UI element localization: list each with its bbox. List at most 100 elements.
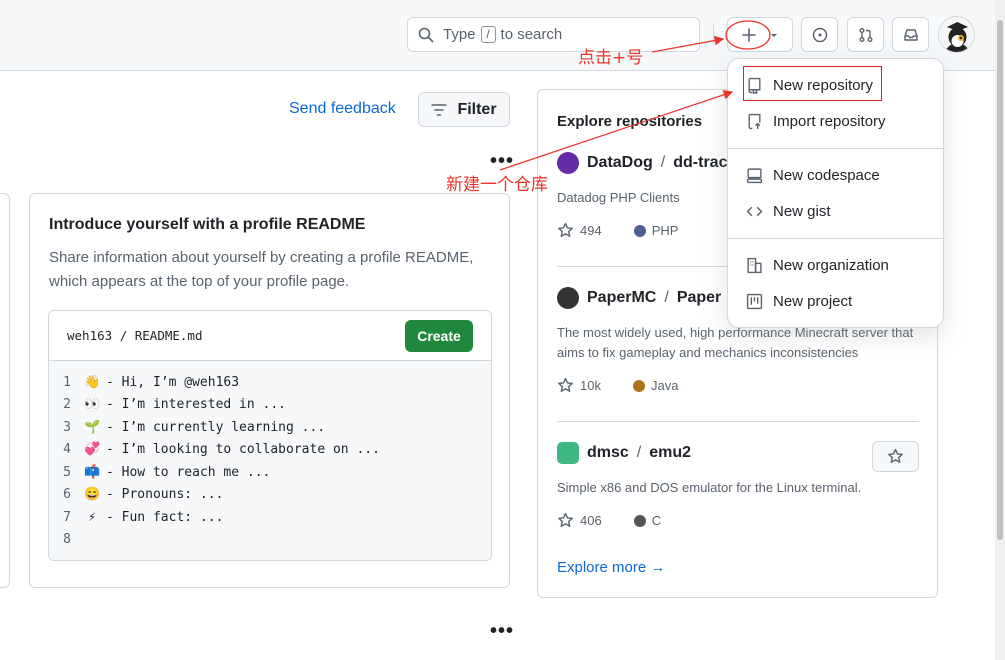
readme-code-preview: weh163 / README.md Create 1 👋 - Hi, I’m @w… <box>48 310 492 561</box>
repo-card: dmsc / emu2 Simple x86 and DOS emulator … <box>557 442 919 529</box>
repo-name[interactable]: Paper <box>677 289 721 307</box>
code-line: 2 👀 - I’m interested in ... <box>49 394 491 417</box>
menu-divider <box>728 238 945 239</box>
filter-button[interactable]: Filter <box>418 92 510 127</box>
readme-card-title: Introduce yourself with a profile README <box>49 216 366 233</box>
search-icon <box>418 27 434 42</box>
organization-icon <box>747 257 762 273</box>
kebab-horizontal-icon[interactable]: ••• <box>490 620 514 643</box>
menu-item-import-repository[interactable]: Import repository <box>746 106 886 136</box>
repo-owner[interactable]: dmsc <box>587 444 629 462</box>
smile-emoji-icon: 😄 <box>84 487 101 503</box>
repo-link[interactable]: dmsc / emu2 <box>557 442 919 464</box>
repo-separator: / <box>660 154 666 171</box>
line-number: 7 <box>63 509 71 525</box>
codespaces-icon <box>746 167 763 183</box>
readme-code-body: 1 👋 - Hi, I’m @weh163 2 👀 - I’m interested i… <box>49 361 491 560</box>
line-number: 4 <box>63 442 71 458</box>
page-scrollbar[interactable] <box>995 0 1005 660</box>
git-pull-request-icon <box>859 27 872 42</box>
repo-description: Simple x86 and DOS emulator for the Linu… <box>557 480 862 495</box>
star-icon <box>558 222 573 237</box>
pull-requests-button[interactable] <box>847 17 884 52</box>
zap-emoji-icon: ⚡ <box>88 509 96 525</box>
repo-stars[interactable]: 10k <box>580 378 601 393</box>
datadog-logo-icon <box>557 152 579 174</box>
mailbox-emoji-icon: 📫 <box>84 464 101 480</box>
seedling-emoji-icon: 🌱 <box>84 419 101 435</box>
menu-item-new-gist[interactable]: New gist <box>746 196 831 226</box>
code-text: - I’m currently learning ... <box>106 419 326 435</box>
star-icon <box>888 448 903 463</box>
repo-separator: / <box>636 444 642 461</box>
avatar[interactable] <box>938 16 975 53</box>
annotation-new-repo: 新建一个仓库 <box>446 175 548 195</box>
star-icon <box>558 512 573 527</box>
scrollbar-thumb[interactable] <box>997 20 1003 540</box>
language-color-dot <box>632 379 645 392</box>
menu-item-label: New project <box>773 292 853 310</box>
wave-emoji-icon: 👋 <box>84 374 101 390</box>
menu-item-new-project[interactable]: New project <box>746 286 852 316</box>
code-icon <box>746 206 763 216</box>
language-color-dot <box>633 514 646 527</box>
repo-stars[interactable]: 494 <box>580 223 602 238</box>
menu-item-label: New codespace <box>773 166 880 184</box>
inbox-icon <box>903 28 918 41</box>
search-shortcut-key: / <box>480 26 496 43</box>
search-input[interactable]: Type / to search <box>407 17 700 52</box>
filter-label: Filter <box>457 100 497 118</box>
repo-push-icon <box>748 113 761 129</box>
repo-name[interactable]: emu2 <box>649 444 691 462</box>
repo-separator: / <box>664 289 669 306</box>
repo-divider <box>557 421 919 422</box>
explore-title: Explore repositories <box>557 113 703 130</box>
issues-button[interactable] <box>801 17 838 52</box>
code-line: 3 🌱 - I’m currently learning ... <box>49 416 491 439</box>
create-new-button[interactable] <box>727 17 793 52</box>
code-line: 5 📫 - How to reach me ... <box>49 461 491 484</box>
language-color-dot <box>633 224 646 237</box>
repo-language: C <box>651 513 662 528</box>
star-repo-button[interactable] <box>872 441 919 472</box>
code-text: - I’m looking to collaborate on ... <box>106 442 380 458</box>
menu-item-new-organization[interactable]: New organization <box>746 250 889 280</box>
code-line: 8 <box>49 529 491 552</box>
hearts-emoji-icon: 💞 <box>84 442 101 458</box>
menu-item-label: Import repository <box>773 112 886 130</box>
menu-item-label: New gist <box>773 202 831 220</box>
issue-opened-icon <box>812 27 827 42</box>
annotation-click-plus: 点击+号 <box>578 48 644 68</box>
header-divider <box>713 24 714 45</box>
readme-code-header: weh163 / README.md Create <box>49 311 491 361</box>
explore-more-link[interactable]: Explore more → <box>557 559 665 576</box>
avatar-image <box>939 17 974 52</box>
create-readme-button[interactable]: Create <box>405 320 473 352</box>
repo-owner[interactable]: DataDog <box>587 154 653 172</box>
readme-card-description: Share information about yourself by crea… <box>49 249 474 290</box>
readme-path-file: README.md <box>134 328 203 343</box>
send-feedback-link[interactable]: Send feedback <box>289 100 396 118</box>
filter-icon <box>431 103 448 116</box>
menu-divider <box>728 148 945 149</box>
profile-readme-card: Introduce yourself with a profile README… <box>29 193 510 588</box>
dmsc-logo-icon <box>557 442 579 464</box>
annotation-highlight-box <box>743 66 882 101</box>
plus-icon <box>742 27 756 42</box>
line-number: 8 <box>63 532 71 548</box>
line-number: 1 <box>63 374 71 390</box>
readme-path-user: weh163 <box>67 328 113 343</box>
project-icon <box>746 293 763 309</box>
repo-meta: 10k Java <box>557 377 919 394</box>
code-text: - Fun fact: ... <box>106 509 224 525</box>
code-line: 7 ⚡ - Fun fact: ... <box>49 506 491 529</box>
repo-description: The most widely used, high performance M… <box>557 325 914 360</box>
repo-owner[interactable]: PaperMC <box>587 289 656 307</box>
menu-item-new-codespace[interactable]: New codespace <box>746 160 880 190</box>
repo-stars[interactable]: 406 <box>580 513 602 528</box>
inbox-button[interactable] <box>892 17 929 52</box>
code-line: 1 👋 - Hi, I’m @weh163 <box>49 371 491 394</box>
search-suffix: to search <box>500 26 563 43</box>
code-text: - Hi, I’m @weh163 <box>106 374 240 390</box>
code-text: - Pronouns: ... <box>106 487 224 503</box>
